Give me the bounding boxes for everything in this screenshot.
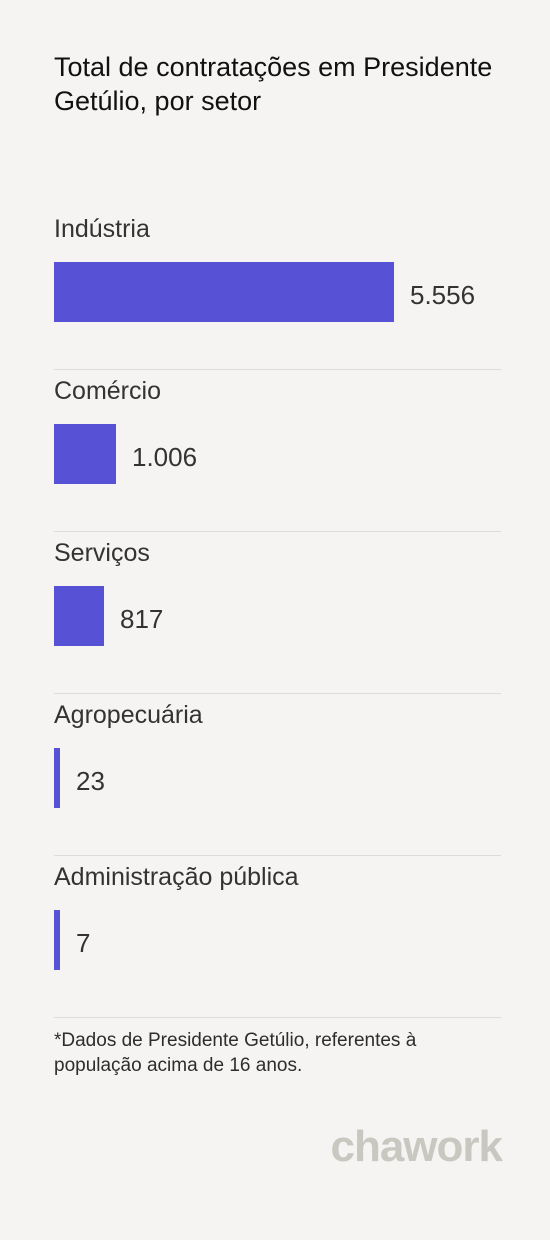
bar (54, 910, 60, 970)
value-label: 7 (76, 928, 91, 958)
category-label: Comércio (54, 377, 161, 405)
category-label: Agropecuária (54, 701, 203, 729)
chawork-logo: chawork (330, 1122, 503, 1171)
category-label: Serviços (54, 539, 150, 567)
chart-title: Total de contratações em Presidente Getú… (54, 52, 493, 116)
category-label: Indústria (54, 215, 150, 243)
value-label: 817 (120, 604, 164, 634)
value-label: 23 (76, 766, 105, 796)
bar-row: Administração pública 7 (54, 856, 501, 1018)
value-label: 5.556 (410, 280, 476, 310)
bar-row: Agropecuária 23 (54, 694, 501, 856)
footnote: *Dados de Presidente Getúlio, referentes… (54, 1030, 417, 1076)
bar-row: Serviços 817 (54, 532, 501, 694)
bar (54, 424, 116, 484)
bar (54, 586, 104, 646)
bar (54, 748, 60, 808)
bar (54, 262, 394, 322)
bar-row: Comércio 1.006 (54, 370, 501, 532)
bar-chart: Indústria 5.556 Comércio 1.006 Serviços 817 Ag… (54, 208, 501, 1018)
value-label: 1.006 (132, 442, 198, 472)
category-label: Administração pública (54, 863, 299, 891)
bar-row: Indústria 5.556 (54, 208, 501, 370)
